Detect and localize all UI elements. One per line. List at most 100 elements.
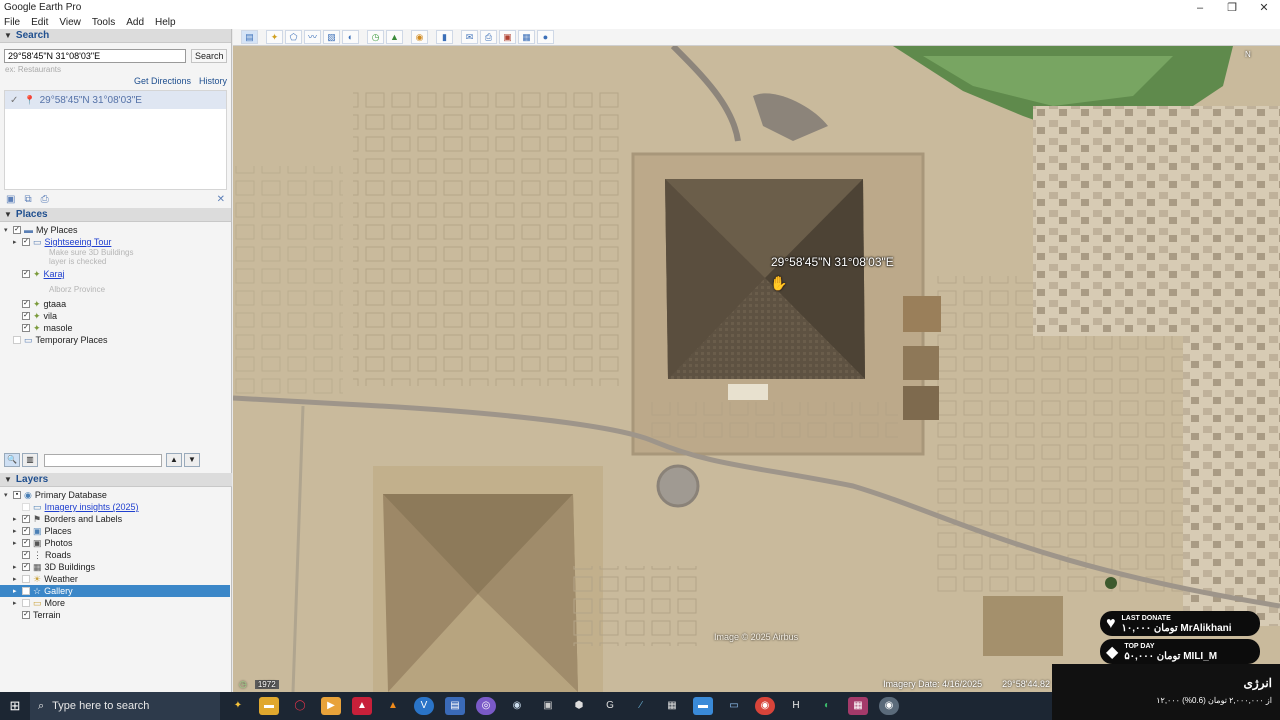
- expand-icon[interactable]: ▸: [13, 238, 22, 246]
- layer-borders-labels[interactable]: ▸ ✓ ⚑ Borders and Labels: [4, 513, 232, 525]
- expand-icon[interactable]: ▸: [13, 515, 22, 523]
- tree-item-masole[interactable]: ✓ ✦ masole: [4, 322, 231, 334]
- audio-icon[interactable]: G: [600, 697, 620, 715]
- hyper-icon[interactable]: H: [786, 697, 806, 715]
- file-explorer-icon[interactable]: ▬: [259, 697, 279, 715]
- add-placemark-icon[interactable]: ✦: [266, 30, 283, 44]
- ruler-icon[interactable]: ▮: [436, 30, 453, 44]
- print-icon[interactable]: ⎙: [41, 194, 49, 205]
- checkbox[interactable]: [22, 587, 30, 595]
- history-link[interactable]: History: [199, 76, 227, 86]
- expand-icon[interactable]: ▾: [4, 226, 13, 234]
- places-panel-header[interactable]: ▼ Places: [0, 208, 231, 222]
- sidebar-toggle-icon[interactable]: ▤: [241, 30, 258, 44]
- drive-icon[interactable]: ▣: [538, 697, 558, 715]
- menu-file[interactable]: File: [4, 17, 20, 28]
- layer-3d-buildings[interactable]: ▸ ✓ ▦ 3D Buildings: [4, 561, 232, 573]
- maximize-button[interactable]: ❐: [1216, 1, 1248, 14]
- tree-item-karaj[interactable]: ✓ ✦ Karaj: [4, 268, 231, 280]
- email-icon[interactable]: ✉: [461, 30, 478, 44]
- checkbox[interactable]: ▪: [13, 491, 21, 499]
- clear-results-icon[interactable]: ✕: [217, 194, 225, 205]
- layer-photos[interactable]: ▸ ✓ ▣ Photos: [4, 537, 232, 549]
- menu-tools[interactable]: Tools: [92, 17, 115, 28]
- adobe-icon[interactable]: ▲: [352, 697, 372, 715]
- expand-icon[interactable]: ▸: [13, 527, 22, 535]
- checkbox[interactable]: ✓: [22, 300, 30, 308]
- menu-add[interactable]: Add: [126, 17, 144, 28]
- checkbox[interactable]: ✓: [22, 238, 30, 246]
- add-overlay-icon[interactable]: ▧: [323, 30, 340, 44]
- map-placemark-label[interactable]: 29°58'45"N 31°08'03"E: [771, 255, 894, 269]
- print-icon[interactable]: ⎙: [480, 30, 497, 44]
- menu-edit[interactable]: Edit: [31, 17, 48, 28]
- earth-icon[interactable]: ●: [537, 30, 554, 44]
- historical-imagery-indicator-icon[interactable]: ◷: [239, 679, 247, 690]
- year-badge[interactable]: 1972: [254, 679, 279, 689]
- map-view[interactable]: 29°58'45"N 31°08'03"E ✋ N Image © 2025 A…: [233, 46, 1280, 692]
- checkbox[interactable]: ✓: [22, 515, 30, 523]
- opera-icon[interactable]: ◯: [290, 697, 310, 715]
- layer-gallery[interactable]: ▸ ☆ Gallery: [0, 585, 230, 597]
- layer-places[interactable]: ▸ ✓ ▣ Places: [4, 525, 232, 537]
- layer-primary-database[interactable]: ▾ ▪ ◉ Primary Database: [4, 489, 232, 501]
- tree-item-vila[interactable]: ✓ ✦ vila: [4, 310, 231, 322]
- satellite-imagery[interactable]: [233, 46, 1280, 692]
- chrome-icon[interactable]: ◉: [755, 697, 775, 715]
- checkbox[interactable]: ✓: [22, 324, 30, 332]
- tree-item-gtaaa[interactable]: ✓ ✦ gtaaa: [4, 298, 231, 310]
- historical-imagery-icon[interactable]: ◷: [367, 30, 384, 44]
- compass-icon[interactable]: N: [1245, 50, 1251, 59]
- expand-icon[interactable]: ▸: [13, 539, 22, 547]
- expand-icon[interactable]: ▸: [13, 599, 22, 607]
- chrome-alt-icon[interactable]: ◎: [476, 697, 496, 715]
- copy-icon[interactable]: ⧉: [24, 194, 31, 205]
- search-places-icon[interactable]: 🔍: [4, 453, 20, 467]
- move-up-icon[interactable]: ▲: [166, 453, 182, 467]
- add-polygon-icon[interactable]: ⬠: [285, 30, 302, 44]
- minimize-button[interactable]: –: [1184, 2, 1216, 14]
- switch-planet-icon[interactable]: ◉: [411, 30, 428, 44]
- tree-item-my-places[interactable]: ▾ ✓ ▬ My Places: [4, 224, 231, 236]
- google-earth-icon[interactable]: ◉: [879, 697, 899, 715]
- checkbox[interactable]: ✓: [22, 539, 30, 547]
- winrar-icon[interactable]: ▦: [848, 697, 868, 715]
- record-tour-icon[interactable]: ◐: [342, 30, 359, 44]
- vlc-icon[interactable]: ▲: [383, 697, 403, 715]
- places-filter-input[interactable]: [44, 453, 162, 467]
- checkbox[interactable]: ✓: [22, 270, 30, 278]
- search-button[interactable]: Search: [191, 49, 227, 63]
- media-player-icon[interactable]: ▶: [321, 697, 341, 715]
- layer-weather[interactable]: ▸ ☀ Weather: [4, 573, 232, 585]
- checkbox[interactable]: [22, 503, 30, 511]
- tree-item-temporary-places[interactable]: ▭ Temporary Places: [4, 334, 231, 346]
- panel-toggle-icon[interactable]: ▥: [22, 453, 38, 467]
- layer-terrain[interactable]: ✓ Terrain: [4, 609, 232, 621]
- calculator-icon[interactable]: ▦: [662, 697, 682, 715]
- checkbox[interactable]: ✓: [22, 563, 30, 571]
- get-directions-link[interactable]: Get Directions: [134, 76, 191, 86]
- add-path-icon[interactable]: 〰: [304, 30, 321, 44]
- folder-icon[interactable]: ▣: [6, 194, 15, 205]
- checkbox[interactable]: ✓: [22, 611, 30, 619]
- search-panel-header[interactable]: ▼ Search: [0, 29, 231, 43]
- close-button[interactable]: ✕: [1248, 1, 1280, 14]
- search-input[interactable]: [4, 49, 187, 63]
- pen-icon[interactable]: ∕: [631, 697, 651, 715]
- checkbox[interactable]: [13, 336, 21, 344]
- checkbox[interactable]: ✓: [22, 551, 30, 559]
- checkbox[interactable]: [22, 599, 30, 607]
- windows-start-icon[interactable]: ⊞: [0, 698, 30, 714]
- checkbox[interactable]: ✓: [13, 226, 21, 234]
- move-down-icon[interactable]: ▼: [184, 453, 200, 467]
- checkbox[interactable]: ✓: [22, 312, 30, 320]
- search-result-item[interactable]: ✓ 📍 29°58'45"N 31°08'03"E: [5, 91, 226, 109]
- save-image-icon[interactable]: ▣: [499, 30, 516, 44]
- expand-icon[interactable]: ▸: [13, 587, 22, 595]
- expand-icon[interactable]: ▾: [4, 491, 13, 499]
- tree-item-sightseeing[interactable]: ▸ ✓ ▭ Sightseeing Tour: [4, 236, 231, 248]
- expand-icon[interactable]: ▸: [13, 575, 22, 583]
- checkbox[interactable]: [22, 575, 30, 583]
- notepad-icon[interactable]: ▭: [724, 697, 744, 715]
- view-in-maps-icon[interactable]: ▦: [518, 30, 535, 44]
